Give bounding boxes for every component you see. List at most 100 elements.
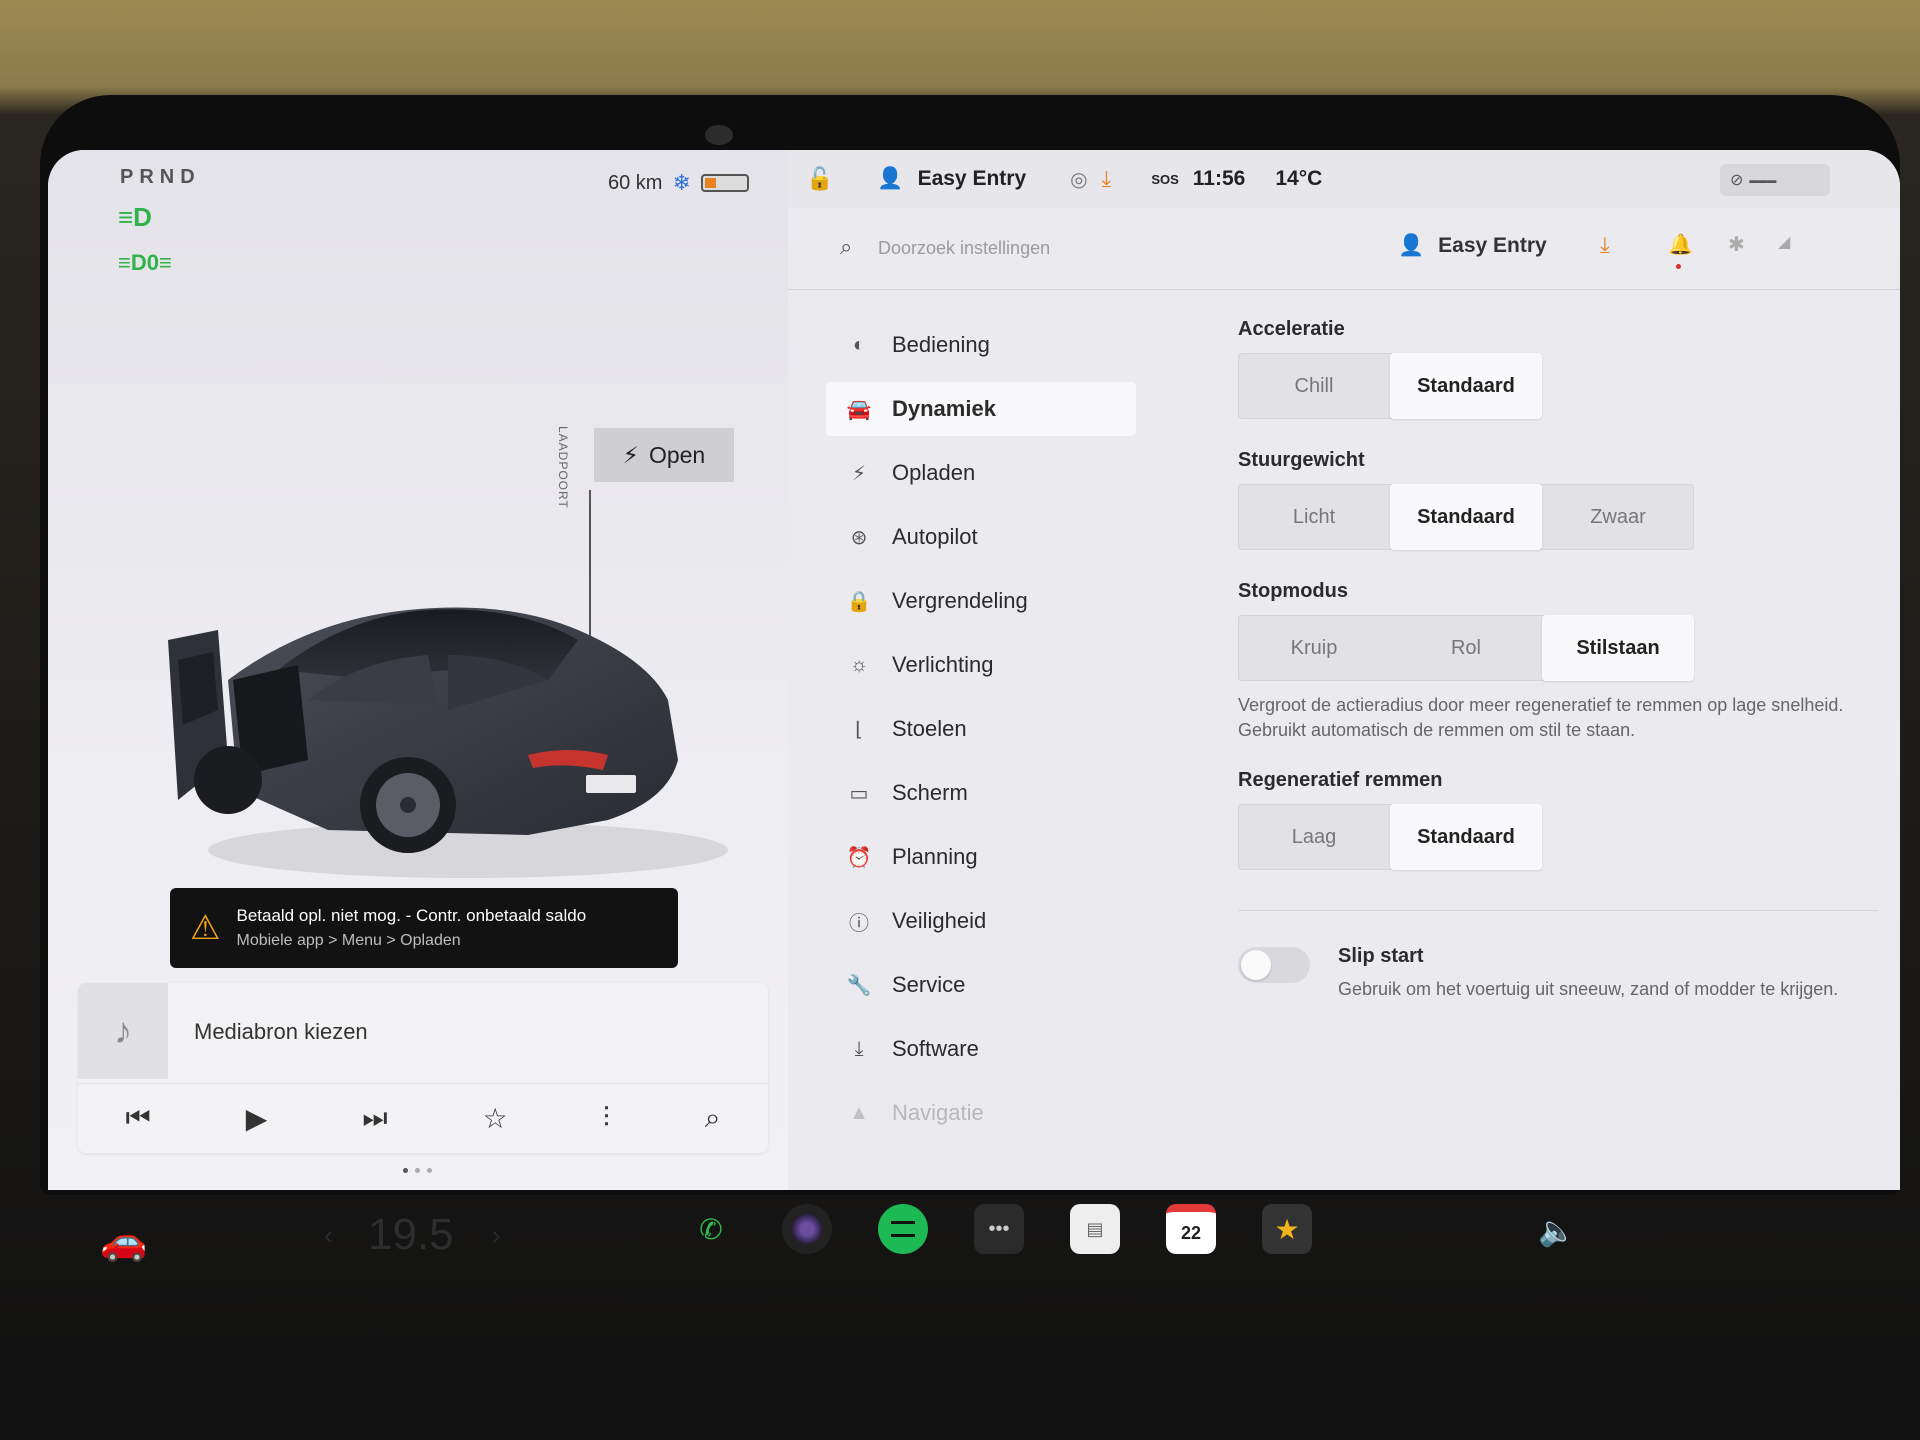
more-apps-icon[interactable]: ••• — [974, 1204, 1024, 1254]
car-icon[interactable]: 🚗 — [100, 1220, 147, 1264]
status-profile-name[interactable]: Easy Entry — [918, 167, 1027, 191]
search-icon: ⌕ — [840, 234, 853, 259]
menu-item-label: Planning — [892, 844, 978, 869]
unlock-icon[interactable]: 🔓 — [806, 166, 833, 192]
bolt-icon: ⚡ — [622, 441, 639, 468]
acceleratie-option-standaard[interactable]: Standaard — [1390, 353, 1542, 419]
menu-item-label: Software — [892, 1036, 979, 1061]
charging-alert[interactable]: ⚠ Betaald opl. niet mog. - Contr. onbeta… — [170, 888, 678, 968]
cabin-camera — [705, 125, 733, 145]
open-charge-port-label: Open — [648, 441, 706, 468]
stopmodus-selector: Kruip Rol Stilstaan — [1238, 615, 1694, 681]
toybox-icon[interactable]: ★ — [1262, 1204, 1312, 1254]
previous-track-icon[interactable]: ⏮ — [126, 1102, 151, 1135]
info-icon: ⓘ — [849, 912, 869, 935]
menu-item-service[interactable]: 🔧 Service — [826, 958, 1136, 1012]
menu-item-autopilot[interactable]: ⊛ Autopilot — [826, 510, 1136, 564]
car-3d-view[interactable] — [108, 530, 748, 890]
calendar-icon[interactable]: 22 — [1166, 1204, 1216, 1254]
menu-item-dynamiek[interactable]: 🚘 Dynamiek — [826, 382, 1136, 436]
profile-icon: 👤 — [1398, 234, 1425, 257]
charge-port-label: LAADPOORT — [556, 426, 570, 509]
menu-item-stoelen[interactable]: ⌊ Stoelen — [826, 702, 1136, 756]
outside-temperature: 14°C — [1275, 167, 1323, 190]
slip-start-row: Slip start Gebruik om het voertuig uit s… — [1238, 945, 1878, 1002]
slip-start-toggle[interactable] — [1238, 947, 1310, 983]
music-note-icon: ♪ — [78, 983, 168, 1079]
stuurgewicht-option-zwaar[interactable]: Zwaar — [1542, 484, 1694, 550]
camera-icon[interactable] — [782, 1204, 832, 1254]
open-charge-port-button[interactable]: ⚡ Open — [594, 428, 734, 482]
media-controls: ⏮ ▶ ⏭ ☆ ⫶ ⌕ — [78, 1083, 768, 1153]
spotify-icon[interactable] — [878, 1204, 928, 1254]
favorite-star-icon[interactable]: ☆ — [483, 1102, 508, 1135]
climate-increase-icon[interactable]: › — [492, 1220, 501, 1251]
stopmodus-option-stilstaan[interactable]: Stilstaan — [1542, 615, 1694, 681]
header-profile[interactable]: 👤 Easy Entry — [1398, 234, 1547, 258]
stuurgewicht-option-licht[interactable]: Licht — [1238, 484, 1390, 550]
airbag-label: ▬▬▬ — [1749, 175, 1777, 185]
stopmodus-option-kruip[interactable]: Kruip — [1238, 615, 1390, 681]
phone-icon[interactable]: ✆ — [686, 1204, 736, 1254]
menu-item-opladen[interactable]: ⚡ Opladen — [826, 446, 1136, 500]
menu-item-label: Service — [892, 972, 966, 997]
climate-decrease-icon[interactable]: ‹ — [324, 1220, 333, 1251]
battery-icon — [700, 174, 749, 192]
dynamiek-settings: Acceleratie Chill Standaard Stuurgewicht… — [1238, 318, 1878, 1002]
menu-item-label: Verlichting — [892, 652, 994, 677]
section-divider — [1238, 910, 1878, 911]
bell-icon[interactable]: 🔔 — [1668, 232, 1693, 257]
volume-icon[interactable]: 🔈 — [1538, 1214, 1575, 1249]
wrench-icon: 🔧 — [846, 974, 872, 997]
menu-item-veiligheid[interactable]: ⓘ Veiligheid — [826, 894, 1136, 948]
bolt-icon: ⚡ — [851, 462, 867, 485]
bluetooth-icon[interactable]: ✱ — [1728, 232, 1745, 257]
software-update-icon[interactable]: ⤓ — [1102, 166, 1112, 192]
menu-item-verlichting[interactable]: ☼ Verlichting — [826, 638, 1136, 692]
settings-header: ⌕ 👤 Easy Entry ⤓ 🔔 ✱ ◢ — [788, 208, 1900, 290]
notes-icon[interactable]: ▤ — [1070, 1204, 1120, 1254]
page-dots — [403, 1168, 432, 1173]
sos-indicator[interactable]: SOS — [1151, 172, 1178, 187]
status-bar: 🔓 👤 Easy Entry ◎ ⤓ SOS 11:56 14°C ⊘ ▬▬▬ — [788, 150, 1900, 208]
page-dot[interactable] — [415, 1168, 420, 1173]
settings-panel: ⌕ 👤 Easy Entry ⤓ 🔔 ✱ ◢ ◐ Bediening 🚘 Dyn… — [788, 208, 1900, 1190]
range-status: 60 km ❄ — [608, 170, 749, 196]
stuurgewicht-title: Stuurgewicht — [1238, 449, 1365, 471]
regeneratief-option-laag[interactable]: Laag — [1238, 804, 1390, 870]
equalizer-icon[interactable]: ⫶ — [603, 1102, 610, 1135]
menu-item-navigatie[interactable]: ▲ Navigatie — [826, 1086, 1136, 1140]
touchscreen: PRND ≡D ≡D0≡ 60 km ❄ LAADPOORT ⚡ Open ⚠ … — [48, 150, 1900, 1190]
settings-menu: ◐ Bediening 🚘 Dynamiek ⚡ Opladen ⊛ Autop… — [826, 318, 1136, 1150]
warning-icon: ⚠ — [190, 909, 221, 947]
menu-item-label: Veiligheid — [892, 908, 987, 933]
page-dot[interactable] — [427, 1168, 432, 1173]
steering-wheel-icon: ⊛ — [850, 526, 868, 549]
stuurgewicht-option-standaard[interactable]: Standaard — [1390, 484, 1542, 550]
battery-level — [704, 178, 716, 188]
menu-item-scherm[interactable]: ▭ Scherm — [826, 766, 1136, 820]
menu-item-bediening[interactable]: ◐ Bediening — [826, 318, 1136, 372]
media-search-icon[interactable]: ⌕ — [705, 1102, 721, 1135]
menu-item-label: Opladen — [892, 460, 976, 485]
acceleratie-option-chill[interactable]: Chill — [1238, 353, 1390, 419]
settings-search-input[interactable] — [878, 230, 1298, 266]
menu-item-label: Scherm — [892, 780, 968, 805]
toggle-knob — [1241, 950, 1271, 980]
download-icon[interactable]: ⤓ — [1600, 232, 1610, 258]
media-source-title[interactable]: Mediabron kiezen — [194, 1019, 368, 1045]
regeneratief-option-standaard[interactable]: Standaard — [1390, 804, 1542, 870]
media-player: ♪ Mediabron kiezen ⏮ ▶ ⏭ ☆ ⫶ ⌕ — [78, 983, 768, 1153]
download-icon: ⤓ — [854, 1037, 864, 1060]
stopmodus-title: Stopmodus — [1238, 580, 1348, 602]
play-icon[interactable]: ▶ — [246, 1102, 268, 1135]
menu-item-software[interactable]: ⤓ Software — [826, 1022, 1136, 1076]
menu-item-planning[interactable]: ⏰ Planning — [826, 830, 1136, 884]
climate-temperature[interactable]: 19.5 — [368, 1210, 454, 1260]
menu-item-vergrendeling[interactable]: 🔒 Vergrendeling — [826, 574, 1136, 628]
stopmodus-option-rol[interactable]: Rol — [1390, 615, 1542, 681]
acceleratie-selector: Chill Standaard — [1238, 353, 1542, 419]
car-icon: 🚘 — [846, 398, 872, 421]
next-track-icon[interactable]: ⏭ — [362, 1102, 387, 1135]
page-dot[interactable] — [403, 1168, 408, 1173]
